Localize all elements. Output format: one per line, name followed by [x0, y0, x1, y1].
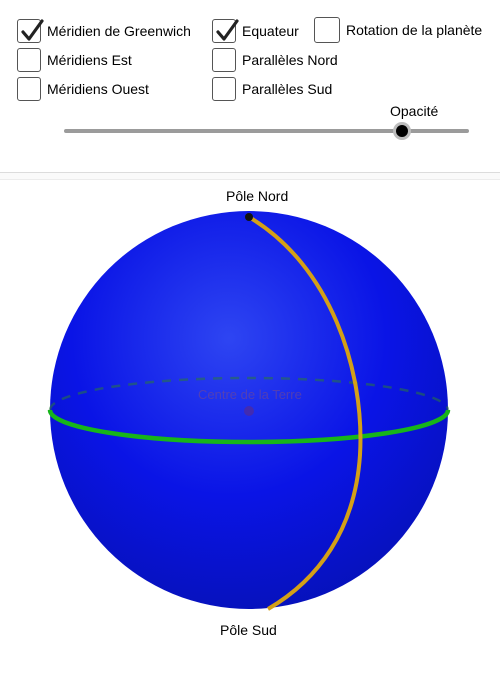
- greenwich-meridian-option[interactable]: Méridien de Greenwich: [17, 19, 191, 43]
- west-meridians-label: Méridiens Ouest: [47, 81, 149, 97]
- equator-checkbox[interactable]: [212, 19, 239, 43]
- greenwich-meridian-checkbox[interactable]: [17, 19, 44, 43]
- checkmark-icon: [216, 19, 239, 41]
- panel-divider: [0, 172, 500, 180]
- north-pole-point: [245, 213, 253, 221]
- opacity-slider-thumb[interactable]: [393, 122, 411, 140]
- south-parallels-label: Parallèles Sud: [242, 81, 333, 97]
- west-meridians-checkbox[interactable]: [17, 77, 41, 101]
- control-panel: Méridien de Greenwich Equateur Rotation …: [0, 0, 500, 172]
- south-parallels-checkbox[interactable]: [212, 77, 236, 101]
- north-parallels-label: Parallèles Nord: [242, 52, 338, 68]
- greenwich-meridian-label: Méridien de Greenwich: [47, 23, 191, 39]
- north-pole-label: Pôle Nord: [226, 188, 289, 204]
- earth-center-label: Centre de la Terre: [198, 387, 302, 402]
- north-parallels-option[interactable]: Parallèles Nord: [212, 48, 338, 72]
- opacity-label: Opacité: [390, 103, 439, 119]
- earth-center-point: [244, 406, 254, 416]
- planet-rotation-option[interactable]: Rotation de la planète: [314, 17, 482, 43]
- equator-option[interactable]: Equateur: [212, 19, 299, 43]
- checkmark-icon: [21, 19, 44, 41]
- planet-rotation-label: Rotation de la planète: [346, 22, 483, 38]
- equator-label: Equateur: [242, 23, 299, 39]
- south-pole-label: Pôle Sud: [220, 622, 277, 638]
- south-parallels-option[interactable]: Parallèles Sud: [212, 77, 332, 101]
- east-meridians-checkbox[interactable]: [17, 48, 41, 72]
- east-meridians-label: Méridiens Est: [47, 52, 132, 68]
- west-meridians-option[interactable]: Méridiens Ouest: [17, 77, 149, 101]
- east-meridians-option[interactable]: Méridiens Est: [17, 48, 132, 72]
- planet-rotation-checkbox[interactable]: [314, 17, 340, 43]
- north-parallels-checkbox[interactable]: [212, 48, 236, 72]
